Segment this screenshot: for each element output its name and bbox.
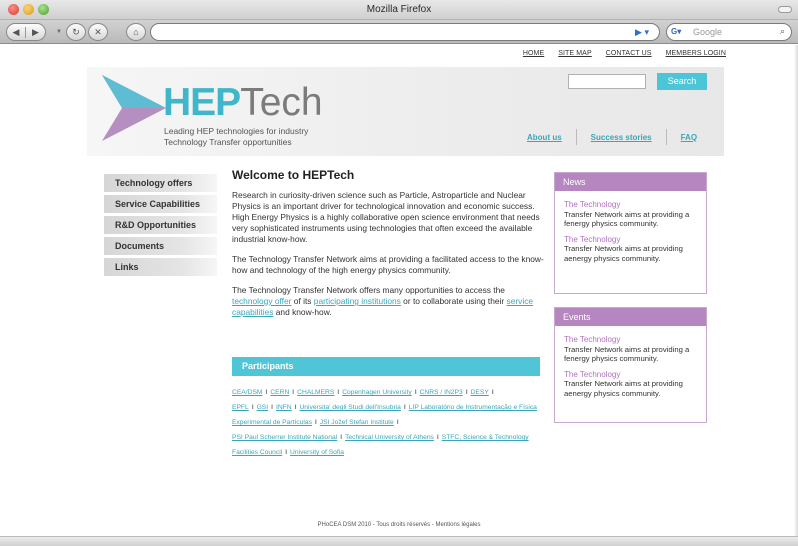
participant-link[interactable]: JSI Jožef Stefan Institute bbox=[320, 419, 394, 426]
page-edge-shadow bbox=[794, 45, 798, 546]
faq-link[interactable]: FAQ bbox=[681, 133, 697, 142]
top-link-contact[interactable]: CONTACT US bbox=[606, 50, 652, 57]
browser-toolbar: ◀ ▶ ▼ ↻ ✕ ⌂ ▶ ▾ G▾ Google ⌕ bbox=[0, 20, 798, 44]
main-content: Welcome to HEPTech Research in curiosity… bbox=[232, 168, 544, 327]
forward-arrow-icon[interactable]: ▶ bbox=[26, 27, 45, 38]
participating-institutions-link[interactable]: participating institutions bbox=[314, 296, 401, 306]
intro-paragraph: Research in curiosity-driven science suc… bbox=[232, 190, 540, 244]
top-link-members-login[interactable]: MEMBERS LOGIN bbox=[666, 50, 726, 57]
event-item: The Technology Transfer Network aims at … bbox=[564, 335, 697, 364]
technology-offer-link[interactable]: technology offer bbox=[232, 296, 291, 306]
participant-link[interactable]: CEA/DSM bbox=[232, 389, 262, 396]
events-heading: Events bbox=[555, 308, 706, 326]
sidebar-item-documents[interactable]: Documents bbox=[104, 237, 217, 255]
news-item-title[interactable]: The Technology bbox=[564, 235, 697, 245]
network-paragraph: The Technology Transfer Network aims at … bbox=[232, 254, 544, 275]
events-box: Events The Technology Transfer Network a… bbox=[554, 307, 707, 423]
toolbar-toggle-button[interactable] bbox=[778, 6, 792, 13]
news-item-text: Transfer Network aims at providing a fen… bbox=[564, 209, 690, 229]
back-arrow-icon[interactable]: ◀ bbox=[7, 26, 27, 38]
opportunities-paragraph: The Technology Transfer Network offers m… bbox=[232, 285, 544, 318]
header-banner: HEPTech Leading HEP technologies for ind… bbox=[87, 67, 724, 156]
event-item-text: Transfer Network aims at providing aener… bbox=[564, 379, 683, 398]
event-item: The Technology Transfer Network aims at … bbox=[564, 370, 697, 399]
site-logo[interactable]: HEPTech bbox=[163, 83, 323, 123]
sidebar-item-technology-offers[interactable]: Technology offers bbox=[104, 174, 217, 192]
tagline-line-1: Leading HEP technologies for industry bbox=[164, 126, 309, 136]
back-forward-buttons[interactable]: ◀ ▶ bbox=[6, 23, 46, 41]
heptech-logo-icon bbox=[102, 75, 166, 141]
history-dropdown-icon[interactable]: ▼ bbox=[56, 29, 62, 35]
top-links: HOME SITE MAP CONTACT US MEMBERS LOGIN bbox=[523, 50, 726, 57]
participant-link[interactable]: Universita' degli Studi dell'Insubria bbox=[299, 404, 400, 411]
p3-text-3: or to collaborate using their bbox=[400, 296, 507, 306]
event-item-title[interactable]: The Technology bbox=[564, 335, 697, 345]
browser-search-input[interactable]: G▾ Google ⌕ bbox=[666, 23, 792, 41]
about-us-link[interactable]: About us bbox=[527, 133, 562, 142]
participant-link[interactable]: EPFL bbox=[232, 404, 249, 411]
browser-search-placeholder: Google bbox=[693, 27, 723, 37]
sidebar-item-rd-opportunities[interactable]: R&D Opportunities bbox=[104, 216, 217, 234]
news-item-title[interactable]: The Technology bbox=[564, 200, 697, 210]
tagline-line-2: Technology Transfer opportunities bbox=[164, 137, 292, 147]
news-heading: News bbox=[555, 173, 706, 191]
reload-icon[interactable]: ↻ bbox=[66, 23, 86, 41]
participant-link[interactable]: Technical University of Athens bbox=[345, 434, 434, 441]
divider bbox=[665, 129, 667, 145]
p3-text-2: of its bbox=[291, 296, 314, 306]
stop-icon[interactable]: ✕ bbox=[88, 23, 108, 41]
success-stories-link[interactable]: Success stories bbox=[591, 133, 652, 142]
participants-list: CEA/DSM I CERN I CHALMERS I Copenhagen Univers… bbox=[232, 389, 537, 456]
google-engine-icon[interactable]: G▾ bbox=[671, 26, 689, 38]
window-bottom-edge bbox=[0, 536, 798, 546]
sidebar-item-service-capabilities[interactable]: Service Capabilities bbox=[104, 195, 217, 213]
site-search-button[interactable]: Search bbox=[657, 73, 707, 90]
home-icon[interactable]: ⌂ bbox=[126, 23, 146, 41]
event-item-text: Transfer Network aims at providing a fen… bbox=[564, 344, 690, 364]
participant-link[interactable]: University of Sofia bbox=[290, 449, 344, 456]
go-arrow-icon[interactable]: ▶ ▾ bbox=[635, 27, 649, 38]
news-item: The Technology Transfer Network aims at … bbox=[564, 235, 697, 264]
top-link-home[interactable]: HOME bbox=[523, 50, 544, 57]
event-item-title[interactable]: The Technology bbox=[564, 370, 697, 380]
news-item-text: Transfer Network aims at providing aener… bbox=[564, 244, 683, 263]
site-search-input[interactable] bbox=[568, 74, 646, 89]
participant-link[interactable]: CERN bbox=[270, 389, 289, 396]
url-bar[interactable]: ▶ ▾ bbox=[150, 23, 660, 41]
top-link-sitemap[interactable]: SITE MAP bbox=[558, 50, 591, 57]
window-title: Mozilla Firefox bbox=[366, 4, 432, 15]
participant-link[interactable]: DESY bbox=[471, 389, 489, 396]
logo-hep-text: HEP bbox=[163, 81, 241, 124]
participant-link[interactable]: PSI Paul Scherrer Institute National bbox=[232, 434, 337, 441]
magnifier-icon[interactable]: ⌕ bbox=[780, 26, 785, 37]
participant-link[interactable]: INFN bbox=[276, 404, 292, 411]
page-footer: PHoCEA DSM 2010 - Tous droits réservés -… bbox=[317, 522, 481, 528]
p3-text-1: The Technology Transfer Network offers m… bbox=[232, 285, 505, 295]
participant-link[interactable]: CHALMERS bbox=[297, 389, 334, 396]
news-box: News The Technology Transfer Network aim… bbox=[554, 172, 707, 294]
window-titlebar: Mozilla Firefox bbox=[0, 0, 798, 20]
participant-link[interactable]: Copenhagen University bbox=[342, 389, 412, 396]
sidebar-nav: Technology offers Service Capabilities R… bbox=[104, 174, 217, 279]
divider bbox=[575, 129, 577, 145]
banner-links: About us Success stories FAQ bbox=[527, 129, 697, 145]
page-title: Welcome to HEPTech bbox=[232, 168, 355, 182]
logo-tech-text: Tech bbox=[240, 81, 323, 124]
participants-heading: Participants bbox=[232, 357, 540, 376]
participant-link[interactable]: GSI bbox=[257, 404, 269, 411]
participant-link[interactable]: CNRS / IN2P3 bbox=[420, 389, 463, 396]
p3-text-4: and know-how. bbox=[273, 307, 332, 317]
tagline: Leading HEP technologies for industry Te… bbox=[164, 126, 308, 148]
sidebar-item-links[interactable]: Links bbox=[104, 258, 217, 276]
news-item: The Technology Transfer Network aims at … bbox=[564, 200, 697, 229]
